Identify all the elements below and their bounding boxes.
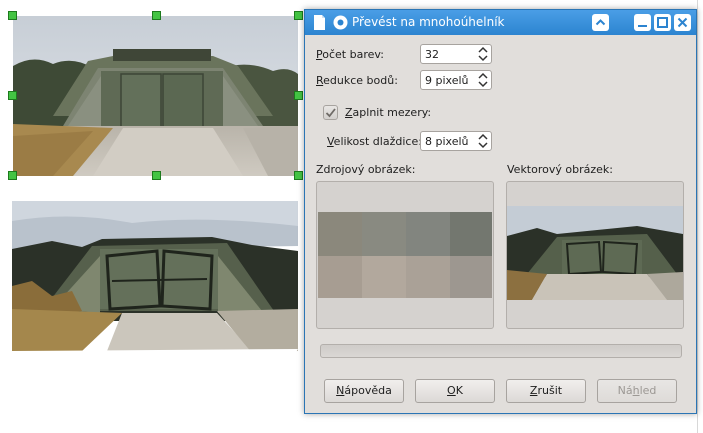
source-image-preview — [316, 181, 494, 329]
preview-button[interactable]: Náhled — [597, 379, 677, 403]
point-reduction-spinner[interactable]: 9 pixelů — [420, 70, 492, 90]
spinner-arrows-icon[interactable] — [477, 133, 489, 149]
dialog-titlebar[interactable]: Převést na mnohoúhelník — [305, 10, 696, 35]
fill-gaps-label[interactable]: Zaplnit mezery: — [345, 106, 431, 119]
gear-icon[interactable] — [332, 14, 349, 31]
vector-image-preview — [506, 181, 684, 329]
maximize-icon[interactable] — [654, 14, 671, 31]
selection-handle-left[interactable] — [8, 91, 17, 100]
selection-handle-bottom-right[interactable] — [294, 171, 303, 180]
vector-image-label: Vektorový obrázek: — [507, 163, 613, 176]
fill-gaps-checkbox[interactable] — [323, 105, 338, 120]
ok-button[interactable]: OK — [415, 379, 495, 403]
dialog-title: Převést na mnohoúhelník — [352, 15, 505, 29]
spinner-arrows-icon[interactable] — [477, 72, 489, 88]
selection-handle-top[interactable] — [152, 11, 161, 20]
vector-image-thumbnail — [507, 206, 683, 300]
checkmark-icon — [325, 108, 336, 118]
tile-size-label: Velikost dlaždice: — [327, 135, 422, 148]
point-reduction-label: Redukce bodů: — [316, 74, 398, 87]
source-image-thumbnail — [318, 212, 492, 298]
rollup-chevron-icon[interactable] — [592, 14, 609, 31]
colors-count-spinner[interactable]: 32 — [420, 44, 492, 64]
close-icon[interactable] — [674, 14, 691, 31]
bunker-photo-original[interactable] — [13, 16, 298, 176]
spinner-arrows-icon[interactable] — [477, 46, 489, 62]
selection-handle-top-left[interactable] — [8, 11, 17, 20]
selection-handle-right[interactable] — [294, 91, 303, 100]
bunker-photo-vectorized[interactable] — [12, 201, 298, 361]
progress-bar — [320, 344, 682, 358]
tile-size-value[interactable]: 8 pixelů — [425, 135, 469, 148]
selection-handle-bottom[interactable] — [152, 171, 161, 180]
colors-count-value[interactable]: 32 — [425, 48, 439, 61]
cancel-button[interactable]: Zrušit — [506, 379, 586, 403]
minimize-icon[interactable] — [634, 14, 651, 31]
document-icon — [311, 14, 328, 31]
convert-to-polygon-dialog[interactable]: Převést na mnohoúhelník Počet barev: 32 … — [304, 9, 697, 414]
help-button[interactable]: Nápověda — [324, 379, 404, 403]
selection-handle-top-right[interactable] — [294, 11, 303, 20]
colors-count-label: Počet barev: — [316, 48, 384, 61]
tile-size-spinner[interactable]: 8 pixelů — [420, 131, 492, 151]
point-reduction-value[interactable]: 9 pixelů — [425, 74, 469, 87]
source-image-label: Zdrojový obrázek: — [316, 163, 416, 176]
selection-handle-bottom-left[interactable] — [8, 171, 17, 180]
